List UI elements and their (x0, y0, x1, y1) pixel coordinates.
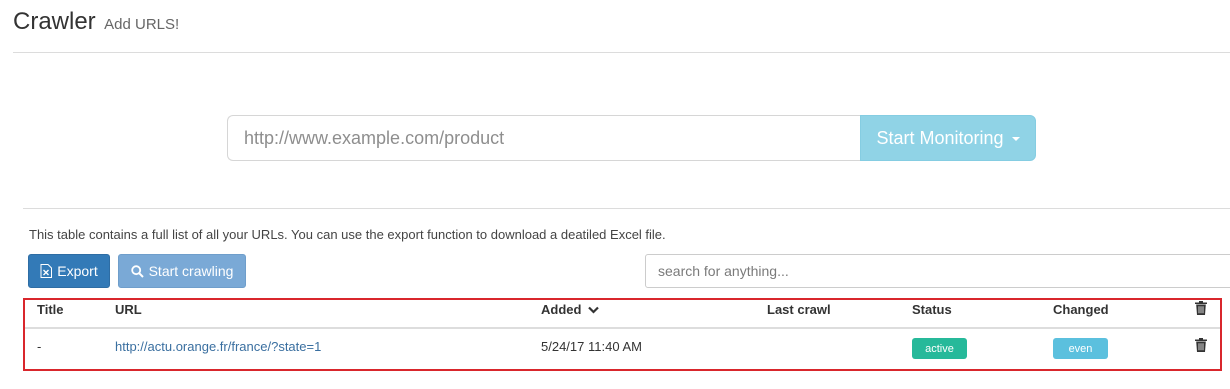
search-input[interactable] (645, 254, 1230, 288)
page-subtitle: Add URLS! (104, 16, 180, 33)
status-badge: active (912, 338, 967, 359)
column-header-added-label: Added (541, 302, 582, 317)
start-monitoring-button[interactable]: Start Monitoring (860, 115, 1036, 161)
monitor-form: Start Monitoring (227, 115, 1036, 161)
start-crawling-button[interactable]: Start crawling (118, 254, 246, 288)
cell-title: - (37, 339, 42, 354)
excel-file-icon (40, 264, 53, 278)
cell-url-link[interactable]: http://actu.orange.fr/france/?state=1 (115, 339, 321, 354)
column-header-status[interactable]: Status (912, 302, 952, 317)
table-header-divider (25, 327, 1220, 329)
start-crawling-label: Start crawling (148, 263, 234, 279)
page-title: Crawler (13, 8, 96, 35)
start-monitoring-label: Start Monitoring (876, 127, 1004, 148)
search-icon (130, 264, 144, 278)
url-input[interactable] (227, 115, 860, 161)
trash-icon[interactable] (1195, 338, 1207, 352)
export-button[interactable]: Export (28, 254, 110, 288)
changed-badge: even (1053, 338, 1108, 359)
column-header-added[interactable]: Added (541, 302, 599, 318)
column-header-last-crawl[interactable]: Last crawl (767, 302, 831, 317)
column-header-url[interactable]: URL (115, 302, 142, 317)
table-description: This table contains a full list of all y… (29, 227, 666, 242)
export-label: Export (57, 263, 98, 279)
chevron-down-icon (588, 303, 599, 318)
column-header-changed[interactable]: Changed (1053, 302, 1109, 317)
section-divider (23, 208, 1230, 209)
caret-down-icon (1011, 137, 1020, 141)
column-header-title[interactable]: Title (37, 302, 64, 317)
url-table-highlight (23, 298, 1222, 371)
trash-icon[interactable] (1195, 301, 1207, 315)
cell-added: 5/24/17 11:40 AM (541, 339, 642, 354)
header-divider (13, 52, 1230, 53)
page-header: Crawler Add URLS! (13, 8, 179, 36)
